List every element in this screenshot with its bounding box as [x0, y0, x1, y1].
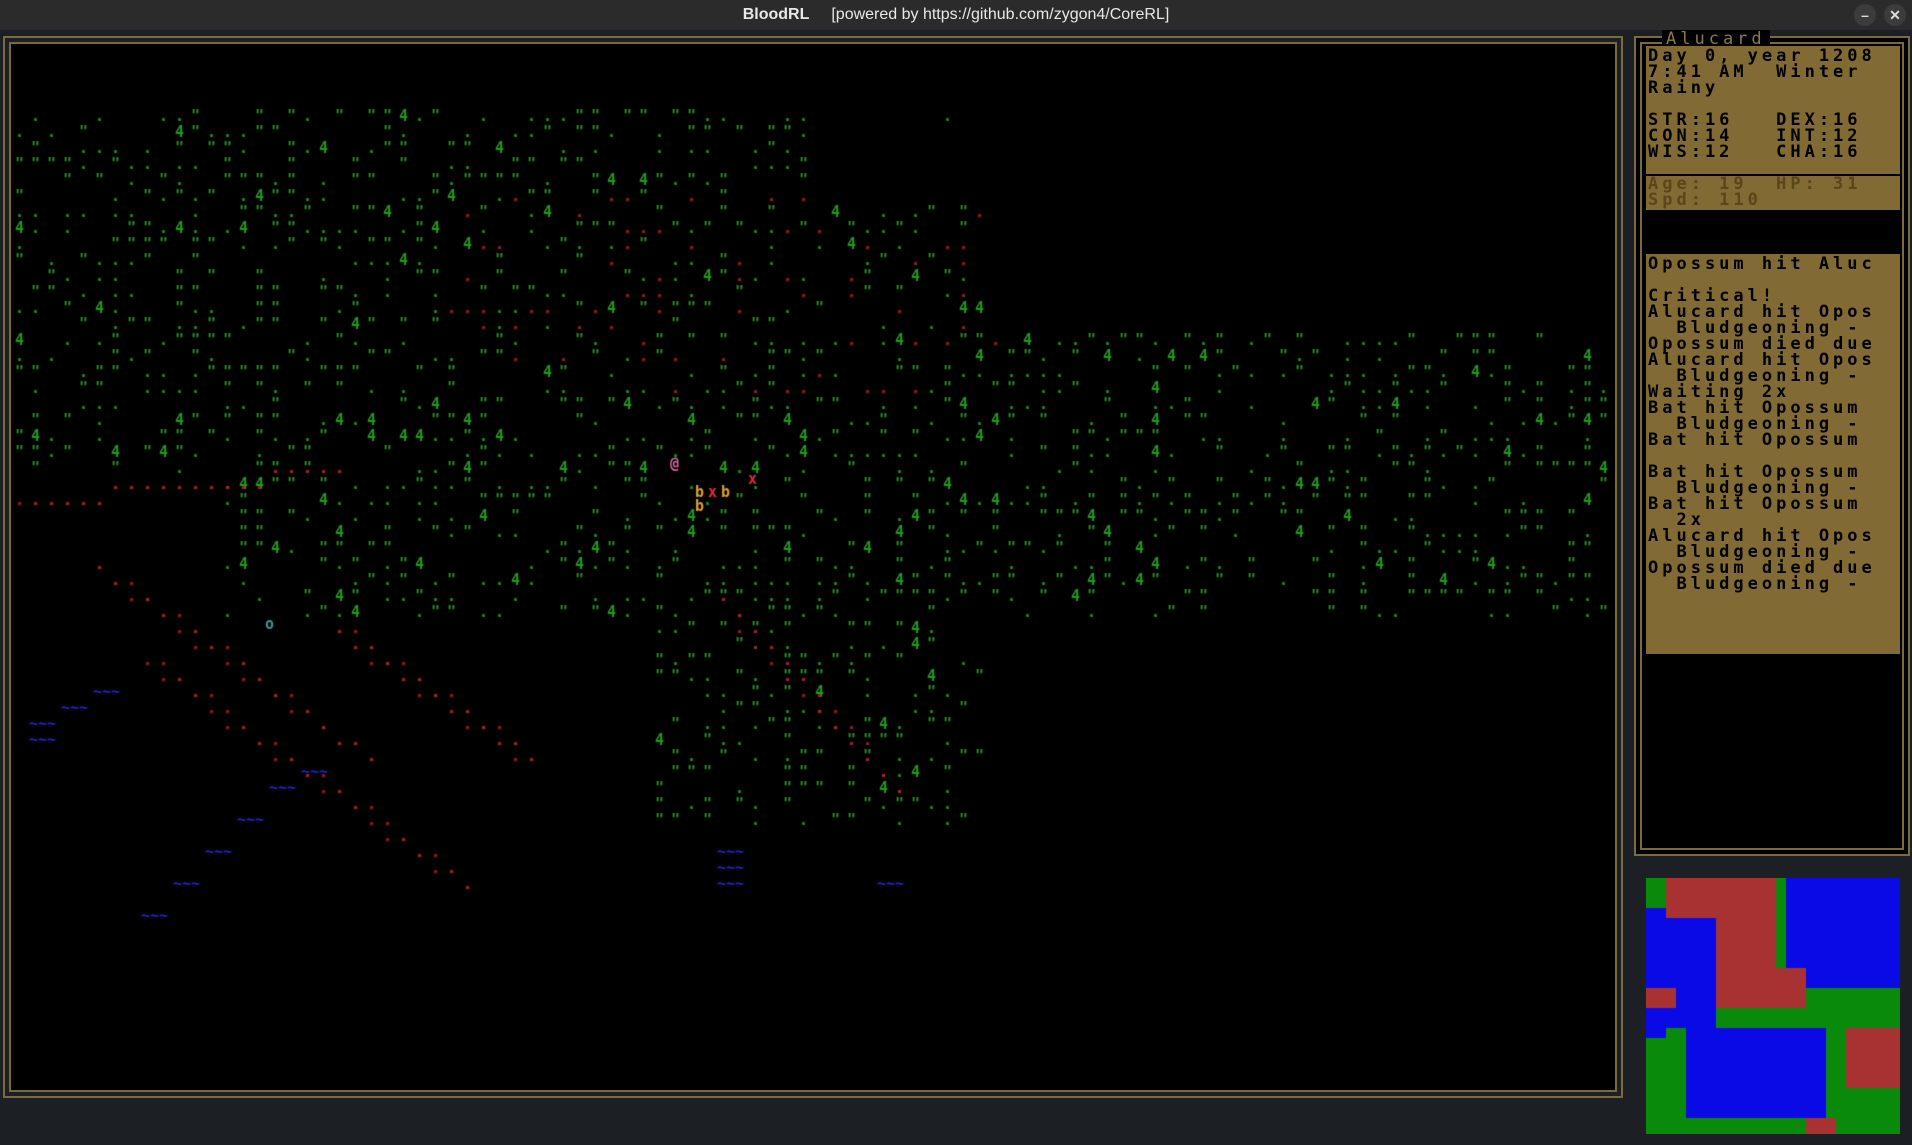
weather-line: Rainy [1648, 78, 1720, 98]
vitals-line-2: Spd: 110 [1648, 190, 1762, 210]
log-line: Opossum hit Aluc [1648, 254, 1876, 274]
minimize-button[interactable]: – [1854, 4, 1876, 26]
window-title: BloodRL [742, 6, 810, 23]
window-titlebar: BloodRL [powered by https://github.com/z… [0, 0, 1912, 31]
window-subtitle: [powered by https://github.com/zygon4/Co… [831, 6, 1170, 23]
minimap[interactable] [1646, 878, 1900, 1134]
world-map-view[interactable] [13, 46, 1613, 1088]
stats-line-3: WIS:12 CHA:16 [1648, 142, 1862, 162]
log-line: Bat hit Opossum [1648, 430, 1862, 450]
bottom-bar [0, 1105, 1630, 1145]
close-button[interactable]: ✕ [1884, 4, 1906, 26]
log-line: Bludgeoning - [1648, 574, 1862, 594]
